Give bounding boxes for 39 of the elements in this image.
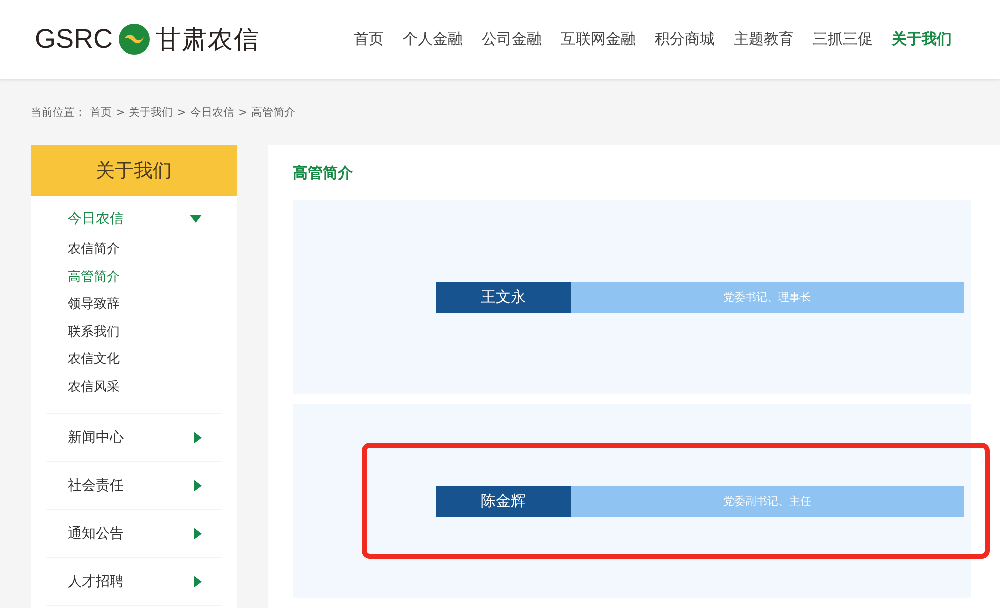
caret-down-icon [190,215,202,223]
nav-link[interactable]: 主题教育 [734,30,794,50]
breadcrumb-link[interactable]: 首页 [90,104,112,120]
nav-link[interactable]: 互联网金融 [561,30,636,50]
nav-link[interactable]: 个人金融 [403,30,463,50]
sidebar-item[interactable]: 领导致辞 [46,291,222,318]
caret-right-icon [194,480,202,492]
sidebar-item[interactable]: 农信风采 [46,374,222,401]
caret-right-icon [194,576,202,588]
breadcrumb-label: 当前位置： [31,104,86,120]
executive-name: 陈金辉 [436,486,571,517]
nav-link[interactable]: 关于我们 [892,30,952,50]
nav-link[interactable]: 首页 [354,30,384,50]
caret-right-icon [194,528,202,540]
breadcrumb-link[interactable]: 高管简介 [252,104,296,120]
breadcrumb-link[interactable]: 今日农信 [190,104,234,120]
sidebar-group[interactable]: 社会责任 [46,462,222,509]
logo-text: GSRC [35,24,114,56]
breadcrumb-link[interactable]: 关于我们 [129,104,174,120]
logo-icon [119,24,150,56]
sidebar-group[interactable]: 新闻中心 [46,414,222,461]
sidebar-title: 关于我们 [31,145,237,196]
brand-name: 甘肃农信 [156,24,260,56]
sidebar-group[interactable]: 通知公告 [46,510,222,557]
sidebar-group[interactable]: 人才招聘 [46,558,222,605]
sidebar-item[interactable]: 高管简介 [46,264,222,291]
sidebar-item[interactable]: 农信文化 [46,346,222,374]
breadcrumb-separator: > [238,106,248,119]
sidebar-item[interactable]: 联系我们 [46,318,222,346]
nav-link[interactable]: 公司金融 [482,30,542,50]
nav-link[interactable]: 三抓三促 [813,30,873,50]
section-title: 高管简介 [293,163,354,184]
executive-position: 党委书记、理事长 [571,282,964,313]
caret-right-icon [194,432,202,444]
nav-link[interactable]: 积分商城 [655,30,715,50]
executive-position: 党委副书记、主任 [571,486,964,517]
breadcrumb-separator: > [116,106,126,119]
breadcrumb-separator: > [177,106,186,119]
executive-name: 王文永 [436,282,571,313]
